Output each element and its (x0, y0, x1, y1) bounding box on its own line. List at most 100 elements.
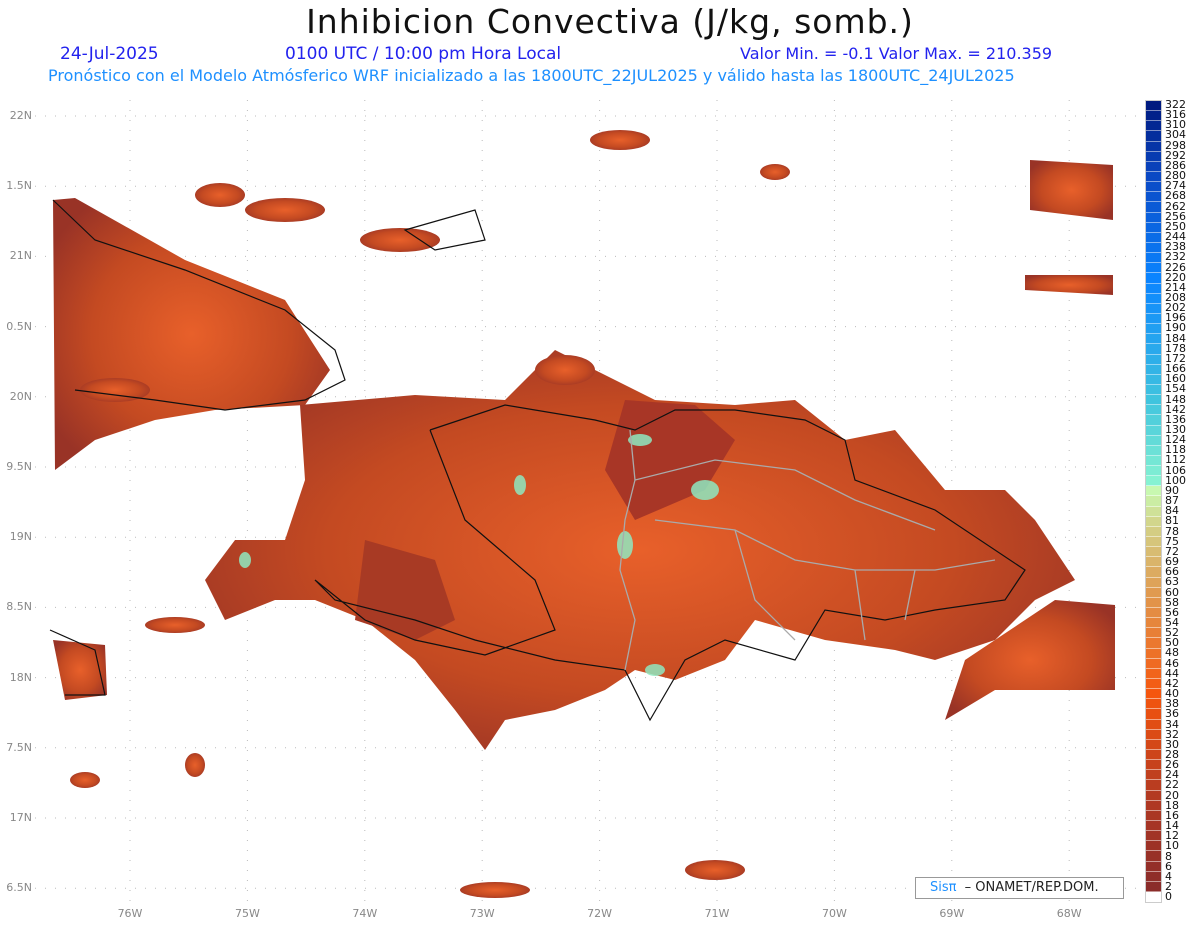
colorbar-swatch (1146, 800, 1161, 811)
colorbar-swatch (1146, 881, 1161, 892)
colorbar-swatch (1146, 486, 1161, 497)
colorbar-swatch (1146, 344, 1161, 355)
colorbar-swatch (1146, 171, 1161, 183)
colorbar-swatch (1146, 851, 1161, 862)
colorbar-swatch (1146, 182, 1161, 193)
colorbar-swatch (1146, 719, 1161, 730)
colorbar-swatch (1146, 516, 1161, 527)
lat-label: 19N (9, 530, 32, 544)
colorbar-swatch (1146, 679, 1161, 690)
colorbar-swatch (1146, 121, 1161, 132)
colorbar-swatch (1146, 820, 1161, 832)
lon-label: 69W (939, 907, 965, 920)
lon-label: 72W (587, 907, 613, 920)
colorbar-labels: 322 316 310 304 298 292 286 280 274 268 262 256 250 2… (1165, 99, 1186, 904)
colorbar-swatch (1146, 313, 1161, 325)
lat-label: 17N (9, 811, 32, 824)
colorbar-swatch (1146, 222, 1161, 233)
colorbar-swatch (1146, 293, 1161, 304)
colorbar-swatch (1146, 111, 1161, 122)
colorbar-swatch (1146, 253, 1161, 264)
lat-label: 8.5N (6, 600, 32, 614)
lon-label: 73W (469, 907, 495, 920)
lat-label: 21N (9, 249, 32, 263)
colorbar-swatch (1146, 131, 1161, 142)
colorbar-swatch (1146, 750, 1161, 761)
lon-label: 68W (1056, 907, 1082, 920)
colorbar-swatch (1146, 496, 1161, 507)
colorbar-swatch (1146, 658, 1161, 669)
colorbar-swatch (1146, 577, 1161, 588)
colorbar-swatch (1146, 364, 1161, 375)
colorbar-swatch (1146, 709, 1161, 720)
lat-label: 7.5N (6, 740, 32, 754)
colorbar-swatch (1146, 334, 1161, 345)
colorbar-swatch (1146, 161, 1161, 172)
colorbar-swatch (1146, 263, 1161, 274)
colorbar-swatch (1146, 526, 1161, 538)
colorbar-swatch (1146, 699, 1161, 710)
logo-brand: Sisπ (930, 880, 957, 895)
colorbar-swatch (1146, 202, 1161, 213)
colorbar-swatch (1146, 810, 1161, 821)
model-info: Pronóstico con el Modelo Atmósferico WRF… (48, 66, 1015, 85)
colorbar-swatch (1146, 871, 1161, 882)
colorbar-label: 0 (1165, 890, 1172, 904)
colorbar-swatch (1146, 405, 1161, 416)
colorbar-swatch (1146, 628, 1161, 639)
colorbar-swatch (1146, 384, 1161, 396)
colorbar-swatch (1146, 567, 1161, 578)
lat-label: 22N (9, 109, 32, 122)
logo-box: Sisπ – ONAMET/REP.DOM. (915, 877, 1124, 899)
colorbar-swatch (1146, 790, 1161, 801)
time-label: 0100 UTC / 10:00 pm Hora Local (285, 44, 562, 64)
colorbar-swatch (1146, 212, 1161, 223)
lat-label: 20N (9, 389, 32, 403)
colorbar-swatch (1146, 466, 1161, 477)
lat-label: 1.5N (6, 179, 32, 193)
colorbar-swatch (1146, 232, 1161, 243)
chart-title: Inhibicion Convectiva (J/kg, somb.) (306, 2, 914, 41)
colorbar-swatch (1146, 638, 1161, 649)
logo-org: – ONAMET/REP.DOM. (964, 880, 1099, 895)
minmax-label: Valor Min. = -0.1 Valor Max. = 210.359 (740, 44, 1053, 63)
colorbar-swatch (1146, 242, 1161, 254)
map-panel (35, 100, 1140, 905)
colorbar-swatch (1146, 557, 1161, 568)
colorbar-swatch (1146, 141, 1161, 152)
cin-field (53, 130, 1115, 898)
colorbar-swatch (1146, 324, 1161, 335)
lon-label: 74W (352, 907, 378, 920)
colorbar-swatch (1146, 831, 1161, 842)
colorbar-swatch (1146, 374, 1161, 385)
colorbar-swatch (1146, 192, 1161, 203)
colorbar-swatch (1146, 770, 1161, 781)
colorbar-swatch (1146, 445, 1161, 456)
colorbar-swatch (1146, 151, 1161, 162)
colorbar-swatch (1146, 861, 1161, 872)
colorbar-swatch (1146, 476, 1161, 487)
date-label: 24-Jul-2025 (60, 44, 159, 64)
colorbar-swatch (1146, 395, 1161, 406)
colorbar-swatch (1146, 273, 1161, 284)
colorbar-swatch (1146, 618, 1161, 629)
colorbar-swatch (1146, 537, 1161, 548)
lat-label: 0.5N (6, 319, 32, 333)
colorbar-swatch (1146, 608, 1161, 619)
colorbar-swatch (1146, 283, 1161, 294)
colorbar-swatch (1146, 587, 1161, 598)
colorbar-swatch (1146, 780, 1161, 791)
lat-label: 18N (9, 670, 32, 684)
lon-label: 75W (234, 907, 260, 920)
colorbar-swatch (1146, 841, 1161, 852)
lon-label: 76W (117, 907, 143, 920)
colorbar-swatch (1146, 891, 1161, 903)
lat-label: 9.5N (6, 460, 32, 473)
colorbar-swatch (1146, 506, 1161, 517)
colorbar-swatch (1146, 648, 1161, 659)
colorbar-swatch (1146, 354, 1161, 365)
colorbar-swatch (1146, 547, 1161, 558)
colorbar-swatch (1146, 760, 1161, 771)
colorbar-swatch (1146, 729, 1161, 740)
colorbar-swatch (1146, 435, 1161, 446)
